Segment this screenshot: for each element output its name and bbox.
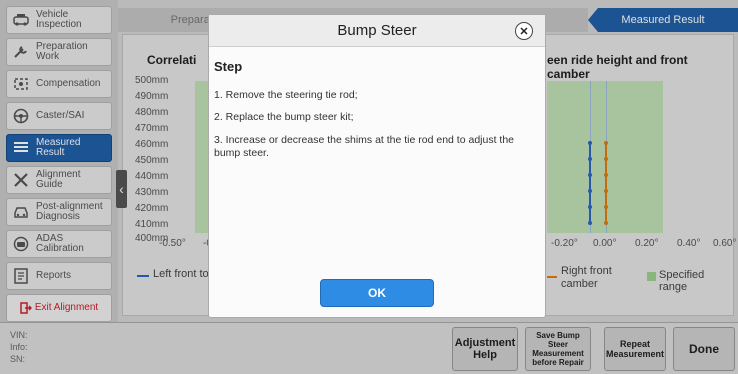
bump-steer-dialog: Bump Steer ✕ Step 1. Remove the steering… (208, 14, 546, 318)
dialog-step-line-3: 3. Increase or decrease the shims at the… (214, 134, 515, 159)
ok-button[interactable]: OK (320, 279, 434, 307)
dialog-step-heading: Step (214, 59, 243, 74)
close-icon[interactable]: ✕ (515, 22, 533, 40)
dialog-step-line-1: 1. Remove the steering tie rod; (214, 89, 358, 101)
dialog-header: Bump Steer (209, 15, 545, 47)
dialog-title: Bump Steer (337, 22, 417, 39)
dialog-step-line-2: 2. Replace the bump steer kit; (214, 111, 354, 123)
